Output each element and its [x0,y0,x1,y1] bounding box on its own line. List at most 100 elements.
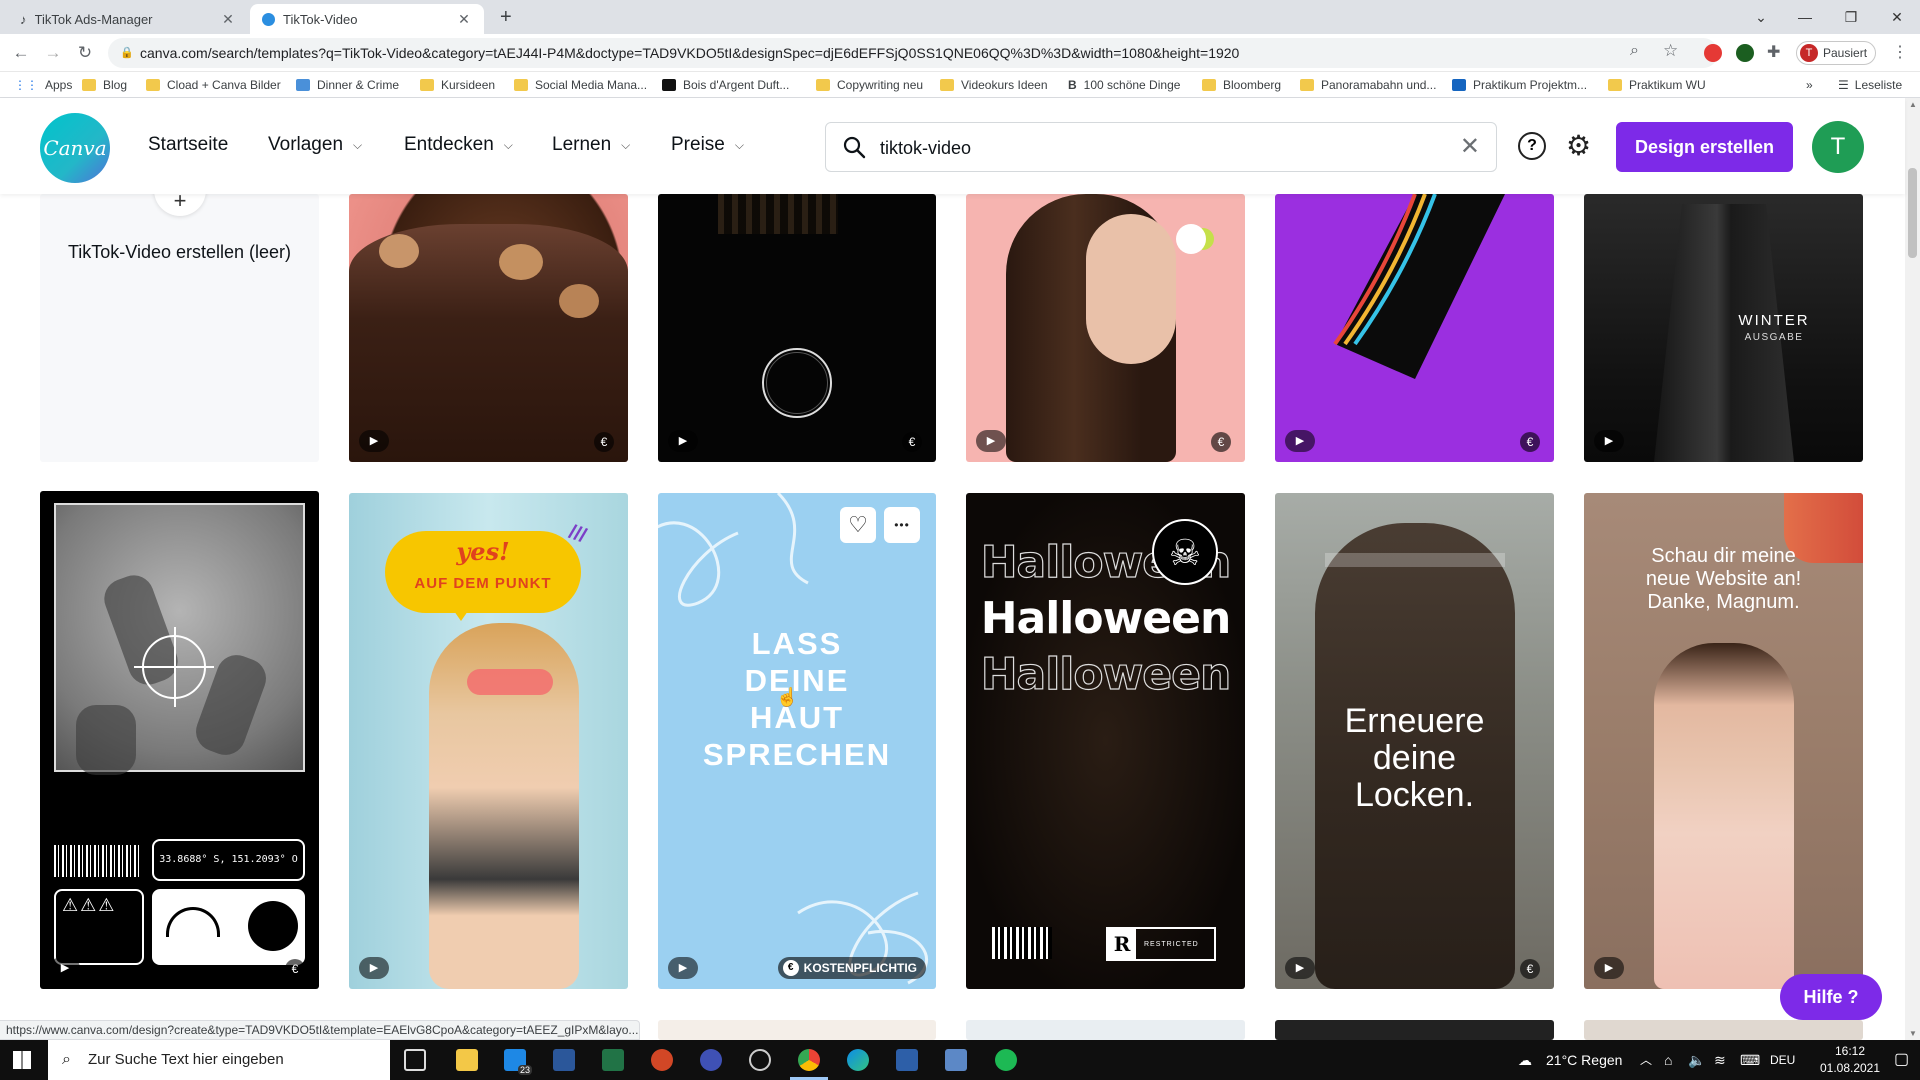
zoom-icon[interactable]: ⌕ [1630,42,1639,60]
crosshair-line [134,666,214,668]
file-explorer-icon[interactable] [456,1049,478,1071]
plus-icon[interactable]: + [154,194,206,216]
nav-lernen[interactable]: Lernen ⌵ [552,134,630,156]
word-icon[interactable] [553,1049,575,1071]
tray-chevron-icon[interactable]: ︿ [1640,1040,1652,1080]
nav-preise[interactable]: Preise ⌵ [671,134,744,156]
template-card-hair-model[interactable]: ▶ € [966,194,1245,462]
tab-tiktok-ads-manager[interactable]: ♪ TikTok Ads-Manager ✕ [8,4,248,34]
template-card-halloween[interactable]: Halloween Halloween Halloween ☠ R RESTRI… [966,493,1245,989]
chrome-icon[interactable] [798,1049,820,1071]
template-card-dark-ring[interactable]: ▶ € [658,194,936,462]
template-search-box[interactable]: ✕ [825,122,1497,172]
weather-icon[interactable]: ☁ [1518,1040,1532,1080]
close-icon[interactable]: ✕ [456,11,472,28]
bookmark-item[interactable]: Kursideen [420,76,495,94]
template-card-erneuere-locken[interactable]: Erneuere deine Locken. ▶ € [1275,493,1554,989]
bookmark-item[interactable]: Social Media Mana... [514,76,647,94]
bookmark-item[interactable]: Dinner & Crime [296,76,399,94]
app-icon[interactable] [896,1049,918,1071]
bookmark-star-icon[interactable]: ☆ [1663,41,1678,61]
excel-icon[interactable] [602,1049,624,1071]
obs-icon[interactable] [749,1049,771,1071]
bookmark-item[interactable]: Bloomberg [1202,76,1281,94]
bookmark-item[interactable]: B 100 schöne Dinge [1068,76,1180,94]
nav-vorlagen[interactable]: Vorlagen ⌵ [268,134,362,156]
canva-logo[interactable]: Canva [40,113,110,183]
template-card-neue-website[interactable]: Schau dir meine neue Website an! Danke, … [1584,493,1863,989]
bookmark-item[interactable]: Cload + Canva Bilder [146,76,281,94]
template-card-partial[interactable] [1275,1020,1554,1040]
template-card-partial[interactable] [1584,1020,1863,1040]
bookmark-item[interactable]: Panoramabahn und... [1300,76,1436,94]
grammarly-icon[interactable] [1736,44,1754,62]
app-icon[interactable] [945,1049,967,1071]
close-icon[interactable]: ✕ [220,11,236,28]
more-options-icon[interactable]: ••• [884,507,920,543]
clear-search-icon[interactable]: ✕ [1460,135,1480,159]
network-icon[interactable]: ⌂ [1664,1040,1672,1080]
nav-entdecken[interactable]: Entdecken ⌵ [404,134,513,156]
settings-gear-icon[interactable]: ⚙ [1566,131,1591,161]
blank-template-card[interactable]: + TikTok-Video erstellen (leer) [40,194,319,462]
volume-icon[interactable]: 🔈 [1688,1040,1705,1080]
template-card-partial[interactable] [658,1020,936,1040]
tiktok-icon: ♪ [20,11,27,27]
task-view-icon[interactable] [404,1049,426,1071]
reading-list[interactable]: ☰ Leseliste [1838,76,1902,94]
clock[interactable]: 16:12 01.08.2021 [1812,1043,1888,1077]
bookmark-item[interactable]: Copywriting neu [816,76,923,94]
restore-icon[interactable]: ❐ [1836,5,1866,29]
template-card-auf-dem-punkt[interactable]: yes! AUF DEM PUNKT /// ▶ [349,493,628,989]
taskbar-search-field[interactable]: ⌕ Zur Suche Text hier eingeben [48,1040,390,1080]
powerpoint-icon[interactable] [651,1049,673,1071]
spotify-icon[interactable] [995,1049,1017,1071]
template-card-chocolate-cake[interactable]: ▶ € [349,194,628,462]
bookmark-item[interactable]: Praktikum Projektm... [1452,76,1587,94]
template-card-horror-hands[interactable]: 33.8688° S, 151.2093° O ⚠⚠⚠ ▶ € [40,491,319,989]
page-scrollbar[interactable]: ▲ ▼ [1905,98,1920,1040]
help-icon[interactable]: ? [1518,132,1546,160]
forward-icon[interactable]: → [40,40,66,66]
profile-button[interactable]: T Pausiert [1796,41,1877,65]
hilfe-button[interactable]: Hilfe ? [1780,974,1882,1020]
scroll-thumb[interactable] [1908,168,1917,258]
bookmark-apps[interactable]: ⋮⋮ Apps [14,76,72,94]
bookmark-item[interactable]: Videokurs Ideen [940,76,1048,94]
windows-start-icon[interactable] [13,1051,31,1069]
bookmark-item[interactable]: Blog [82,76,127,94]
bookmark-item[interactable]: Bois d'Argent Duft... [662,76,789,94]
template-card-lass-deine-haut[interactable]: LASS DEINE HAUT SPRECHEN ♡ ••• ▶ € KOSTE… [658,493,936,989]
tab-search-icon[interactable]: ⌄ [1746,5,1776,29]
adblock-icon[interactable] [1704,44,1722,62]
browser-menu-icon[interactable]: ⋮ [1892,42,1908,62]
url-field[interactable]: 🔒 canva.com/search/templates?q=TikTok-Vi… [108,38,1718,68]
more-bookmarks[interactable]: » [1806,76,1813,94]
keyboard-icon[interactable]: ⌨ [1740,1040,1760,1080]
edge-icon[interactable] [847,1049,869,1071]
scroll-up-icon[interactable]: ▲ [1909,100,1917,109]
design-erstellen-button[interactable]: Design erstellen [1616,122,1793,172]
extensions-icon[interactable]: ✚ [1767,42,1780,62]
weather-label[interactable]: 21°C Regen [1546,1040,1622,1080]
language-indicator[interactable]: DEU [1770,1040,1795,1080]
nav-startseite[interactable]: Startseite [148,134,228,156]
window-close-icon[interactable]: ✕ [1882,5,1912,29]
app-icon[interactable] [700,1049,722,1071]
search-input[interactable] [880,133,1440,163]
template-card-partial[interactable] [966,1020,1245,1040]
tab-tiktok-video[interactable]: TikTok-Video ✕ [250,4,484,34]
wifi-icon[interactable]: ≋ [1714,1040,1726,1080]
notifications-icon[interactable]: ▢ [1894,1040,1909,1080]
user-avatar[interactable]: T [1812,121,1864,173]
scroll-down-icon[interactable]: ▼ [1909,1029,1917,1038]
bookmark-item[interactable]: Praktikum WU [1608,76,1706,94]
back-icon[interactable]: ← [8,40,34,66]
template-card-purple-abstract[interactable]: ▶ € [1275,194,1554,462]
favorite-heart-icon[interactable]: ♡ [840,507,876,543]
mail-icon[interactable]: 23 [504,1049,532,1075]
minimize-icon[interactable]: — [1790,5,1820,29]
reload-icon[interactable]: ↻ [72,40,98,66]
template-card-winter-jacket[interactable]: WINTER AUSGABE ▶ [1584,194,1863,462]
new-tab-button[interactable]: + [500,6,512,29]
